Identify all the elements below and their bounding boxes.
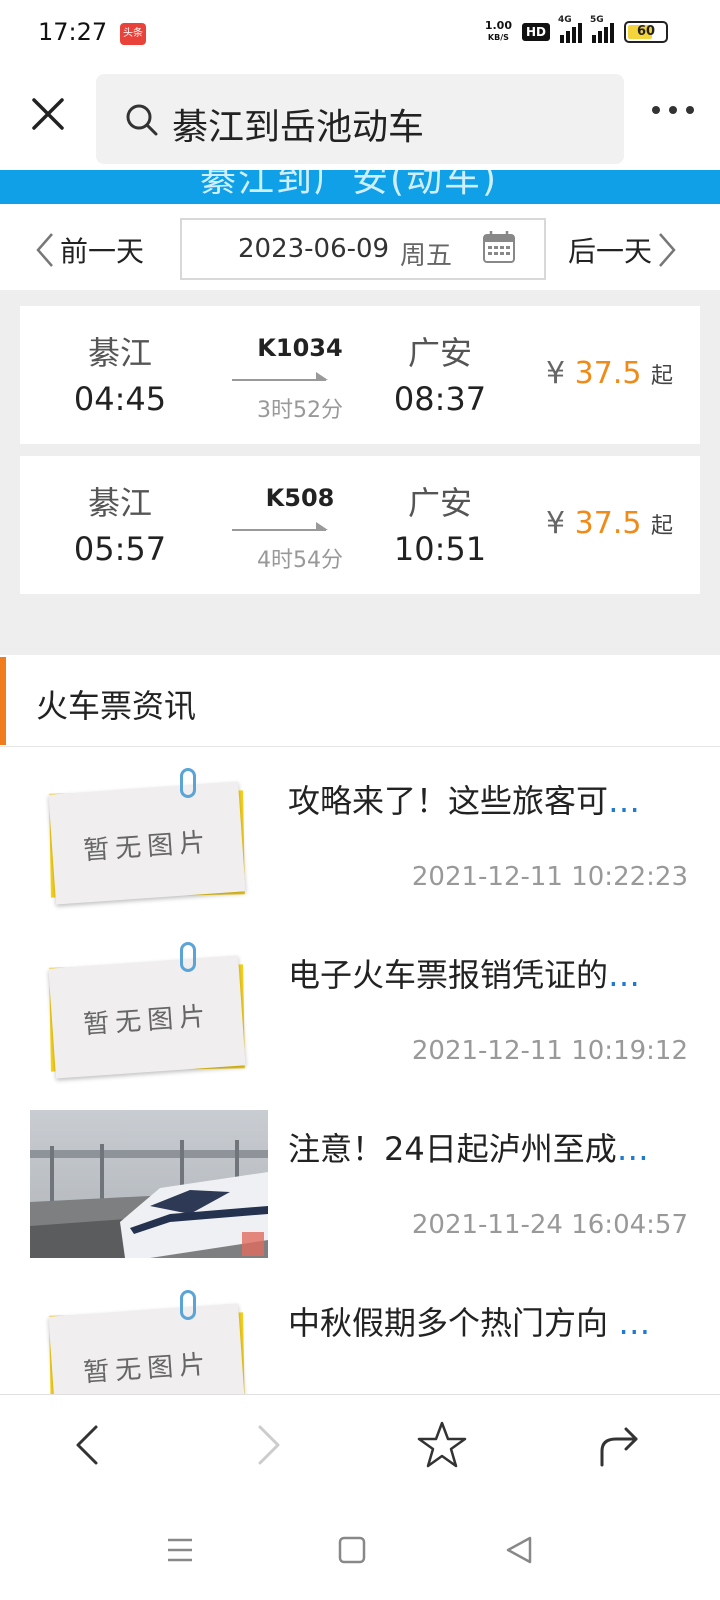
signal-4g-label: 4G bbox=[558, 15, 572, 25]
arrival-time: 10:51 bbox=[393, 530, 487, 568]
train-list: 綦江 04:45 K1034 3时52分 广安 08:37 ¥ 37.5 起 綦… bbox=[0, 290, 720, 655]
menu-icon[interactable] bbox=[160, 1530, 200, 1570]
browser-bottom-bar bbox=[0, 1394, 720, 1494]
home-icon[interactable] bbox=[332, 1530, 372, 1570]
app-notification-icon: 头条 bbox=[120, 23, 146, 45]
date-selector: 前一天 2023-06-09 周五 后一天 bbox=[0, 204, 720, 290]
status-indicators: 1.00 KB/S HD 4G 5G 60 bbox=[485, 15, 668, 44]
travel-duration: 3时52分 bbox=[257, 398, 343, 423]
departure-station: 綦江 bbox=[87, 334, 152, 372]
train-row[interactable]: 綦江 04:45 K1034 3时52分 广安 08:37 ¥ 37.5 起 bbox=[20, 306, 700, 444]
news-item[interactable]: 暂无图片 电子火车票报销凭证的… 2021-12-11 10:19:12 bbox=[0, 922, 720, 1100]
news-section-header: 火车票资讯 bbox=[0, 655, 720, 747]
search-bar[interactable]: 綦江到岳池动车 bbox=[96, 74, 624, 164]
date-picker[interactable]: 2023-06-09 周五 bbox=[180, 218, 546, 280]
arrival-station: 广安 bbox=[407, 484, 472, 522]
price-amount: 37.5 bbox=[574, 506, 642, 541]
search-icon bbox=[126, 104, 158, 136]
signal-4g-icon: 4G bbox=[558, 15, 582, 43]
title-ellipsis: … bbox=[608, 782, 641, 820]
status-time: 17:27 bbox=[38, 18, 108, 46]
news-section-title: 火车票资讯 bbox=[36, 687, 197, 725]
title-ellipsis: … bbox=[616, 1130, 649, 1168]
news-title-text: 注意！24日起泸州至成 bbox=[288, 1130, 617, 1168]
no-image-text: 暂无图片 bbox=[82, 827, 213, 867]
news-item[interactable]: 暂无图片 攻略来了！这些旅客可… 2021-12-11 10:22:23 bbox=[0, 748, 720, 926]
calendar-icon bbox=[483, 231, 515, 263]
selected-weekday: 周五 bbox=[400, 241, 453, 271]
no-image-placeholder: 暂无图片 bbox=[30, 936, 268, 1084]
search-query[interactable]: 綦江到岳池动车 bbox=[172, 98, 424, 150]
news-title: 电子火车票报销凭证的… bbox=[288, 950, 668, 996]
news-title: 注意！24日起泸州至成… bbox=[288, 1124, 668, 1170]
next-day-button[interactable]: 后一天 bbox=[568, 230, 678, 270]
paperclip-icon bbox=[180, 942, 196, 972]
system-navigation-bar bbox=[0, 1494, 720, 1600]
page-header: 綦江到广安(动车) bbox=[0, 170, 720, 204]
battery-level: 60 bbox=[636, 24, 656, 39]
train-row[interactable]: 綦江 05:57 K508 4时54分 广安 10:51 ¥ 37.5 起 bbox=[20, 456, 700, 594]
battery-icon: 60 bbox=[624, 21, 668, 43]
arrow-icon bbox=[232, 522, 328, 531]
arrival-station: 广安 bbox=[407, 334, 472, 372]
train-number: K1034 bbox=[257, 334, 343, 362]
news-item[interactable]: 注意！24日起泸州至成… 2021-11-24 16:04:57 bbox=[0, 1096, 720, 1274]
currency-symbol: ¥ bbox=[546, 356, 566, 391]
more-icon[interactable] bbox=[648, 100, 698, 120]
back-icon[interactable] bbox=[60, 1417, 116, 1473]
news-title: 攻略来了！这些旅客可… bbox=[288, 776, 668, 822]
signal-5g-icon: 5G bbox=[590, 15, 614, 43]
network-speed-value: 1.00 bbox=[484, 19, 512, 32]
ticket-price: ¥ 37.5 起 bbox=[546, 356, 673, 391]
departure-time: 05:57 bbox=[73, 530, 167, 568]
no-image-placeholder: 暂无图片 bbox=[30, 762, 268, 910]
hd-icon: HD bbox=[521, 23, 550, 41]
title-ellipsis: … bbox=[618, 1304, 651, 1342]
news-title-text: 攻略来了！这些旅客可 bbox=[288, 782, 609, 820]
price-suffix: 起 bbox=[650, 364, 673, 389]
paperclip-icon bbox=[180, 768, 196, 798]
train-number: K508 bbox=[265, 484, 335, 512]
star-icon[interactable] bbox=[414, 1417, 470, 1473]
ticket-price: ¥ 37.5 起 bbox=[546, 506, 673, 541]
news-title-text: 电子火车票报销凭证的 bbox=[288, 956, 609, 994]
price-amount: 37.5 bbox=[574, 356, 642, 391]
forward-icon[interactable] bbox=[240, 1417, 296, 1473]
arrow-icon bbox=[232, 372, 328, 381]
system-back-icon[interactable] bbox=[500, 1530, 540, 1570]
selected-date: 2023-06-09 bbox=[238, 234, 390, 264]
news-timestamp: 2021-11-24 16:04:57 bbox=[411, 1210, 688, 1240]
travel-duration: 4时54分 bbox=[257, 548, 343, 573]
news-title: 中秋假期多个热门方向 … bbox=[288, 1298, 668, 1344]
section-accent-bar bbox=[0, 657, 6, 745]
news-timestamp: 2021-12-11 10:22:23 bbox=[411, 862, 688, 892]
departure-time: 04:45 bbox=[73, 380, 167, 418]
arrival-time: 08:37 bbox=[393, 380, 487, 418]
no-image-text: 暂无图片 bbox=[82, 1349, 213, 1389]
chevron-left-icon bbox=[36, 233, 53, 267]
share-icon[interactable] bbox=[592, 1417, 648, 1473]
chevron-right-icon bbox=[659, 233, 676, 267]
network-speed: 1.00 KB/S bbox=[485, 20, 512, 44]
price-suffix: 起 bbox=[650, 514, 673, 539]
page-title: 綦江到广安(动车) bbox=[200, 170, 499, 200]
prev-day-button[interactable]: 前一天 bbox=[34, 230, 144, 270]
news-item[interactable]: 暂无图片 中秋假期多个热门方向 … bbox=[0, 1270, 720, 1394]
status-bar: 17:27 头条 1.00 KB/S HD 4G 5G 60 bbox=[0, 0, 720, 64]
close-icon[interactable] bbox=[28, 94, 68, 134]
paperclip-icon bbox=[180, 1290, 196, 1320]
browser-toolbar: 綦江到岳池动车 bbox=[0, 64, 720, 170]
network-speed-unit: KB/S bbox=[487, 33, 509, 42]
currency-symbol: ¥ bbox=[546, 506, 566, 541]
no-image-placeholder: 暂无图片 bbox=[30, 1284, 268, 1394]
news-title-text: 中秋假期多个热门方向 bbox=[288, 1304, 619, 1342]
signal-5g-label: 5G bbox=[590, 15, 604, 25]
news-timestamp: 2021-12-11 10:19:12 bbox=[411, 1036, 688, 1066]
departure-station: 綦江 bbox=[87, 484, 152, 522]
title-ellipsis: … bbox=[608, 956, 641, 994]
next-day-label: 后一天 bbox=[568, 235, 653, 268]
train-photo bbox=[30, 1110, 268, 1258]
prev-day-label: 前一天 bbox=[60, 235, 145, 268]
no-image-text: 暂无图片 bbox=[82, 1001, 213, 1041]
